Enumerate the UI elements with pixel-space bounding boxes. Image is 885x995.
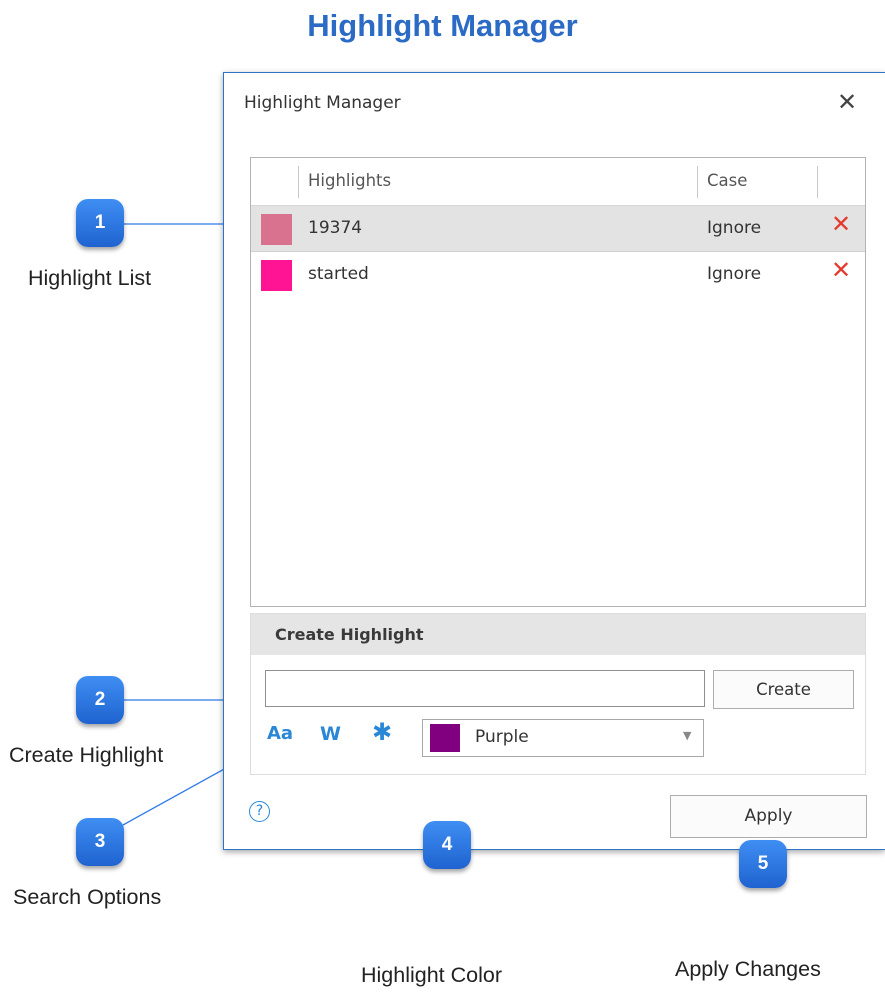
highlight-text: started [308,264,369,284]
case-value[interactable]: Ignore [707,218,761,238]
list-item[interactable]: started Ignore ✕ [251,252,865,298]
chevron-down-icon: ▼ [683,729,692,742]
highlight-text: 19374 [308,218,363,238]
callout-badge-5: 5 [739,840,787,888]
callout-badge-2: 2 [76,676,124,724]
callout-badge-3: 3 [76,818,124,866]
help-icon[interactable]: ? [249,801,270,822]
header-separator [298,166,299,198]
color-swatch [261,214,292,245]
callout-label-search-options: Search Options [13,885,162,909]
color-dropdown-value: Purple [475,727,529,747]
callout-label-create-highlight: Create Highlight [9,743,164,767]
create-highlight-heading-label: Create Highlight [275,625,424,644]
regex-icon[interactable]: ✱ [372,718,392,746]
create-highlight-heading: Create Highlight [251,614,865,655]
callout-badge-4: 4 [423,821,471,869]
highlight-list[interactable]: Highlights Case 19374 Ignore ✕ started I… [250,157,866,607]
callout-label-apply-changes: Apply Changes [675,957,821,981]
delete-icon[interactable]: ✕ [831,256,851,284]
column-header-case[interactable]: Case [707,171,747,190]
whole-word-icon[interactable]: W [320,723,341,745]
create-highlight-panel: Create Highlight Create Aa W ✱ Purple ▼ [250,613,866,775]
page-title: Highlight Manager [307,8,578,43]
list-header: Highlights Case [251,158,865,206]
case-value[interactable]: Ignore [707,264,761,284]
callout-badge-1: 1 [76,199,124,247]
close-icon[interactable]: ✕ [832,87,862,117]
apply-button[interactable]: Apply [670,795,867,838]
header-separator [817,166,818,198]
header-separator [697,166,698,198]
column-header-highlights[interactable]: Highlights [308,171,391,190]
create-button[interactable]: Create [713,670,854,709]
delete-icon[interactable]: ✕ [831,210,851,238]
color-swatch [430,724,460,752]
highlight-manager-dialog: Highlight Manager ✕ Highlights Case 1937… [223,72,885,850]
color-swatch [261,260,292,291]
callout-label-highlight-list: Highlight List [28,266,152,290]
match-case-icon[interactable]: Aa [267,723,293,744]
list-item[interactable]: 19374 Ignore ✕ [251,206,865,252]
highlight-text-input[interactable] [265,670,705,707]
color-dropdown[interactable]: Purple ▼ [422,719,704,757]
dialog-title: Highlight Manager [244,93,401,113]
callout-label-highlight-color: Highlight Color [361,963,503,987]
